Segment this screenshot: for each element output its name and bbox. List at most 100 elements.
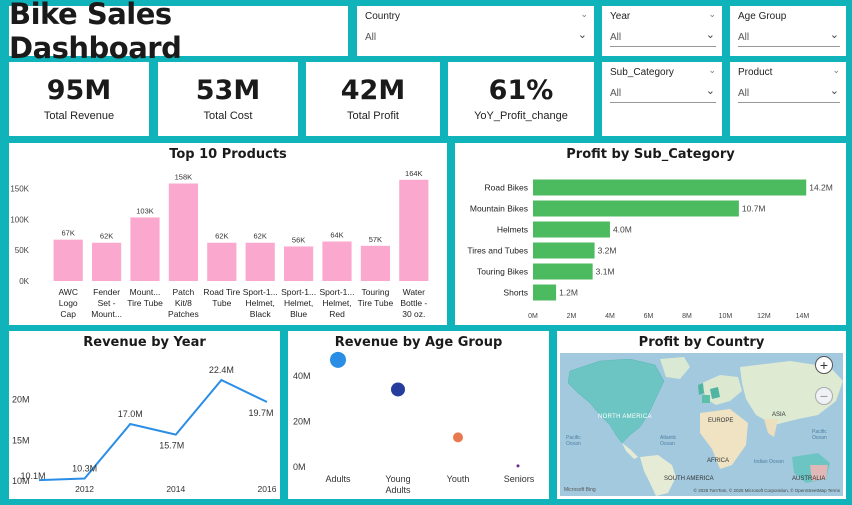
x-tick-label: Patches	[168, 309, 199, 319]
y-tick-label: 100K	[10, 215, 29, 224]
map-label-atlantic: Atlantic Ocean	[660, 435, 677, 447]
chevron-down-icon[interactable]: ⌄	[706, 28, 715, 41]
title-card: Bike Sales Dashboard	[9, 0, 348, 65]
profit-country-panel[interactable]: Profit by Country NORTH AMERICA EUROPE A…	[557, 331, 846, 499]
bar[interactable]	[533, 284, 557, 301]
bar[interactable]	[130, 217, 160, 281]
kpi-value: 53M	[195, 74, 261, 106]
x-tick-label: Young	[385, 474, 410, 484]
revenue-year-panel[interactable]: Revenue by Year 10M 15M 20M 10.1M 10.3M 17.0M…	[9, 331, 280, 499]
zoom-in-button[interactable]: +	[815, 356, 833, 374]
bar[interactable]	[53, 239, 83, 281]
age-group-slicer-label: Age Group	[738, 11, 787, 22]
x-tick-label: AWC	[58, 287, 78, 297]
top-products-panel[interactable]: Top 10 Products 0K 50K 100K 150K 67K AWC Logo C…	[9, 143, 447, 325]
kpi-value: 61%	[488, 74, 554, 106]
france-region[interactable]	[702, 395, 710, 403]
profit-subcategory-panel[interactable]: Profit by Sub_Category Road Bikes 14.2M Mo…	[455, 143, 846, 325]
scatter-point[interactable]	[330, 351, 346, 368]
chevron-down-icon[interactable]: ⌄	[830, 28, 839, 41]
bar[interactable]	[533, 179, 807, 196]
chevron-down-icon[interactable]: ⌄	[832, 65, 840, 76]
product-slicer-value[interactable]: All	[738, 88, 749, 99]
chevron-down-icon[interactable]: ⌄	[706, 84, 715, 97]
x-tick-label: 30 oz.	[402, 309, 425, 319]
x-tick-label: Tube	[212, 298, 231, 308]
kpi-label: Total Revenue	[43, 109, 115, 122]
kpi-yoy-profit-change: 61% YoY_Profit_change	[448, 62, 594, 136]
age-group-slicer[interactable]: Age Group All ⌄	[730, 6, 846, 56]
revenue-age-chart[interactable]: 0M20M40MAdults YoungAdultsYouth Seniors	[288, 331, 549, 499]
scatter-point[interactable]	[453, 432, 463, 443]
bar[interactable]	[168, 183, 198, 281]
x-tick-label: Mount...	[91, 309, 122, 319]
kpi-value: 95M	[46, 74, 112, 106]
map-attribution[interactable]: © 2025 TomTom, © 2025 Microsoft Corporat…	[694, 488, 840, 493]
kpi-value: 42M	[340, 74, 406, 106]
data-label: 14.2M	[809, 183, 833, 193]
map-label-europe: EUROPE	[708, 418, 734, 424]
bar[interactable]	[92, 242, 122, 281]
y-tick-label: 150K	[10, 184, 29, 193]
bar[interactable]	[245, 242, 275, 281]
year-slicer-underline	[610, 46, 716, 47]
chevron-down-icon[interactable]: ⌄	[830, 84, 839, 97]
sub-category-slicer[interactable]: Sub_Category ⌄ All ⌄	[602, 62, 722, 136]
country-slicer-value[interactable]: All	[365, 32, 376, 43]
revenue-year-chart[interactable]: 10M15M20M10.1M10.3M17.0M15.7M22.4M19.7M2…	[9, 331, 280, 499]
world-map[interactable]: NORTH AMERICA EUROPE ASIA AFRICA SOUTH A…	[560, 353, 843, 496]
bar[interactable]	[207, 242, 237, 281]
zoom-out-button[interactable]: −	[815, 387, 833, 405]
data-label: 57K	[369, 235, 382, 244]
x-tick-label: Blue	[290, 309, 307, 319]
sub-category-slicer-value[interactable]: All	[610, 88, 621, 99]
data-label: 164K	[405, 169, 423, 178]
bar[interactable]	[533, 263, 593, 280]
country-slicer-label: Country	[365, 11, 401, 22]
scatter-point[interactable]	[516, 464, 520, 468]
x-tick-label: Helmet,	[322, 298, 351, 308]
data-label: 64K	[330, 231, 343, 240]
x-tick-label: 4M	[605, 313, 615, 320]
age-group-slicer-value[interactable]: All	[738, 32, 749, 43]
kpi-label: Total Cost	[203, 109, 253, 122]
x-tick-label: Kit/8	[175, 298, 192, 308]
y-tick-label: Touring Bikes	[477, 267, 528, 277]
panel-title: Profit by Country	[638, 335, 765, 350]
y-tick-label: 15M	[12, 435, 30, 445]
y-tick-label: 40M	[293, 371, 311, 381]
y-tick-label: 20M	[293, 416, 311, 426]
top-products-chart[interactable]: 0K 50K 100K 150K 67K AWCLogoCap 62K FenderSet -…	[9, 143, 447, 325]
y-tick-label: Mountain Bikes	[470, 204, 528, 214]
revenue-age-panel[interactable]: Revenue by Age Group 0M 20M 40M Adults Young…	[288, 331, 549, 499]
x-tick-label: Logo	[59, 298, 78, 308]
chevron-down-icon[interactable]: ⌄	[708, 65, 716, 76]
x-tick-label: Road Tire	[203, 287, 240, 297]
chevron-down-icon[interactable]: ⌄	[708, 9, 716, 20]
bar[interactable]	[533, 242, 595, 259]
product-slicer-label: Product	[738, 67, 773, 78]
year-slicer-value[interactable]: All	[610, 32, 621, 43]
x-tick-label: Patch	[173, 287, 195, 297]
bar[interactable]	[399, 179, 429, 281]
data-label: 10.3M	[72, 464, 97, 474]
y-tick-label: Road Bikes	[485, 183, 528, 193]
data-label: 103K	[136, 206, 154, 215]
map-label-north-america: NORTH AMERICA	[598, 414, 652, 420]
scatter-point[interactable]	[391, 382, 405, 397]
bar[interactable]	[360, 245, 390, 281]
map-label-south-america: SOUTH AMERICA	[664, 476, 714, 482]
bar[interactable]	[533, 200, 739, 217]
product-slicer[interactable]: Product ⌄ All ⌄	[730, 62, 846, 136]
bar[interactable]	[284, 246, 314, 281]
data-label: 22.4M	[209, 365, 234, 375]
data-label: 56K	[292, 235, 305, 244]
chevron-down-icon[interactable]: ⌄	[580, 9, 588, 20]
country-slicer[interactable]: Country ⌄ All ⌄	[357, 6, 594, 56]
bar[interactable]	[322, 241, 352, 281]
uk-region[interactable]	[698, 383, 704, 395]
chevron-down-icon[interactable]: ⌄	[578, 28, 587, 41]
year-slicer[interactable]: Year ⌄ All ⌄	[602, 6, 722, 56]
profit-subcategory-chart[interactable]: Road Bikes 14.2M Mountain Bikes 10.7M Helmet…	[455, 143, 846, 325]
bar[interactable]	[533, 221, 610, 238]
